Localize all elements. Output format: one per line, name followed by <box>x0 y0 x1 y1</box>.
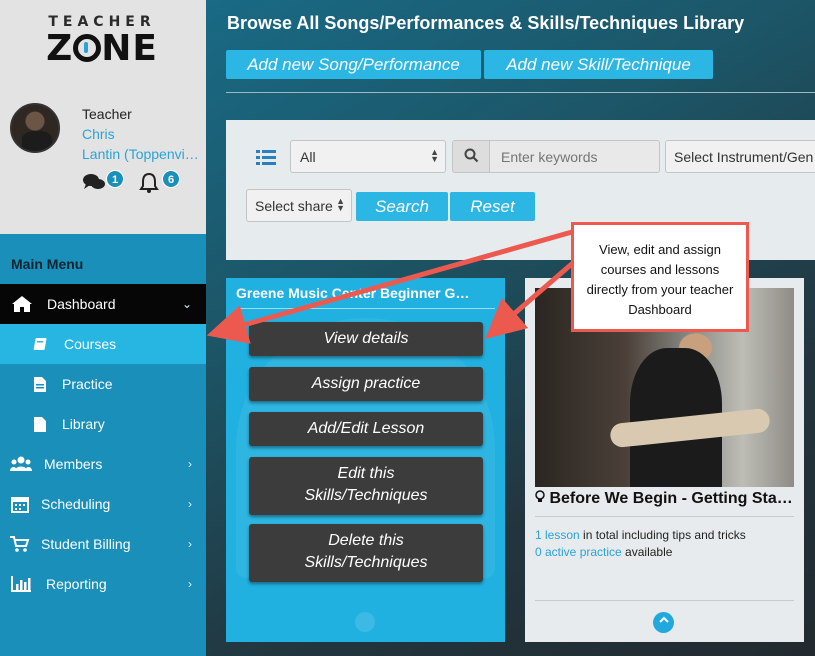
users-icon <box>10 444 32 484</box>
messages-badge: 1 <box>106 170 124 188</box>
home-icon <box>11 284 33 324</box>
add-edit-lesson-button[interactable]: Add/Edit Lesson <box>249 412 483 446</box>
sidebar-item-label: Members <box>44 456 103 472</box>
logo-main-text: Z NE <box>42 30 162 68</box>
bell-icon <box>139 172 159 193</box>
user-role: Teacher <box>82 106 132 122</box>
lessons-summary: 1 lesson in total including tips and tri… <box>535 528 746 542</box>
instrument-select-value: Select Instrument/Gen <box>674 149 814 165</box>
chevron-right-icon: › <box>188 457 192 471</box>
chevron-up-icon[interactable] <box>653 612 674 633</box>
sidebar-item-members[interactable]: Members › <box>0 444 206 484</box>
teacher-zone-logo[interactable]: TEACHER Z NE <box>42 14 162 70</box>
cart-icon <box>9 524 31 564</box>
select-arrows-icon: ▲ ▼ <box>336 196 345 213</box>
main-menu-heading: Main Menu <box>0 244 206 284</box>
logo-main-left: Z <box>46 28 74 69</box>
practice-text: available <box>621 545 673 559</box>
edit-skill-line2: Skills/Techniques <box>304 487 428 504</box>
sidebar-item-label: Practice <box>62 376 113 392</box>
course-card-title[interactable]: Before We Begin - Getting Sta… <box>535 490 797 508</box>
delete-skill-line2: Skills/Techniques <box>304 554 428 571</box>
search-icon <box>452 140 490 173</box>
course-card-title[interactable]: Greene Music Center Beginner G… <box>236 285 496 301</box>
chevron-right-icon: › <box>188 537 192 551</box>
assign-practice-button[interactable]: Assign practice <box>249 367 483 401</box>
active-practice-link[interactable]: 0 active practice <box>535 545 622 559</box>
course-card: Greene Music Center Beginner G… View det… <box>226 278 505 642</box>
divider <box>236 308 495 309</box>
brand-area: TEACHER Z NE Teacher Chris Lantin (Toppen… <box>0 0 206 234</box>
user-last-name-link[interactable]: Lantin (Toppenvi… <box>82 146 200 162</box>
select-arrows-icon: ▲ ▼ <box>430 147 439 164</box>
divider <box>535 600 794 601</box>
instrument-genre-select[interactable]: Select Instrument/Gen <box>665 140 815 173</box>
file-icon <box>29 404 51 444</box>
logo-main-right: NE <box>101 28 158 69</box>
delete-skill-button[interactable]: Delete this Skills/Techniques <box>249 524 483 582</box>
card-expand-toggle[interactable] <box>355 612 375 632</box>
messages-button[interactable]: 1 <box>82 170 124 199</box>
sidebar-item-label: Student Billing <box>41 536 131 552</box>
sidebar-item-library[interactable]: Library <box>0 404 206 444</box>
sidebar-item-label: Scheduling <box>41 496 111 512</box>
edit-skill-button[interactable]: Edit this Skills/Techniques <box>249 457 483 515</box>
share-select-value: Select share <box>255 198 333 214</box>
user-first-name-link[interactable]: Chris <box>82 126 115 142</box>
type-select-value: All <box>300 149 316 165</box>
sidebar-item-label: Courses <box>64 336 117 352</box>
document-icon <box>29 364 51 404</box>
sidebar: TEACHER Z NE Teacher Chris Lantin (Toppen… <box>0 0 206 656</box>
chat-icon <box>83 174 105 189</box>
keyword-search-input[interactable] <box>489 140 660 173</box>
practice-summary: 0 active practice available <box>535 545 672 559</box>
add-song-button[interactable]: Add new Song/Performance <box>226 50 481 79</box>
share-select[interactable]: Select share ▲ ▼ <box>246 189 352 222</box>
delete-skill-line1: Delete this <box>328 532 404 549</box>
search-button[interactable]: Search <box>356 192 448 221</box>
sidebar-item-student-billing[interactable]: Student Billing › <box>0 524 206 564</box>
sidebar-item-label: Dashboard <box>47 296 116 312</box>
sidebar-item-scheduling[interactable]: Scheduling › <box>0 484 206 524</box>
lessons-text: in total including tips and tricks <box>579 528 746 542</box>
divider <box>535 516 794 517</box>
sidebar-item-practice[interactable]: Practice <box>0 364 206 404</box>
course-title-text: Before We Begin - Getting Sta… <box>549 490 793 507</box>
type-select[interactable]: All ▲ ▼ <box>290 140 446 173</box>
sidebar-item-courses[interactable]: Courses <box>0 324 206 364</box>
calendar-icon <box>9 484 31 524</box>
divider <box>226 92 815 93</box>
logo-o-icon <box>73 34 102 62</box>
view-details-button[interactable]: View details <box>249 322 483 356</box>
sidebar-item-dashboard[interactable]: Dashboard ⌄ <box>0 284 206 324</box>
edit-skill-line1: Edit this <box>337 465 395 482</box>
book-icon <box>30 324 52 364</box>
lessons-link[interactable]: 1 lesson <box>535 528 580 542</box>
sidebar-item-label: Library <box>62 416 105 432</box>
alerts-button[interactable]: 6 <box>138 170 180 199</box>
add-skill-button[interactable]: Add new Skill/Technique <box>484 50 713 79</box>
avatar[interactable] <box>10 103 60 153</box>
chevron-right-icon: › <box>188 577 192 591</box>
page-title: Browse All Songs/Performances & Skills/T… <box>227 13 745 33</box>
sidebar-item-label: Reporting <box>46 576 107 592</box>
bar-chart-icon <box>10 564 32 604</box>
sidebar-item-reporting[interactable]: Reporting › <box>0 564 206 604</box>
course-card: Before We Begin - Getting Sta… 1 lesson … <box>525 278 804 642</box>
list-view-icon[interactable] <box>256 150 276 166</box>
alerts-badge: 6 <box>162 170 180 188</box>
reset-button[interactable]: Reset <box>450 192 535 221</box>
chevron-down-icon: ⌄ <box>181 297 192 311</box>
callout-note: View, edit and assign courses and lesson… <box>571 222 749 332</box>
chevron-right-icon: › <box>188 497 192 511</box>
lightbulb-icon <box>535 490 549 507</box>
